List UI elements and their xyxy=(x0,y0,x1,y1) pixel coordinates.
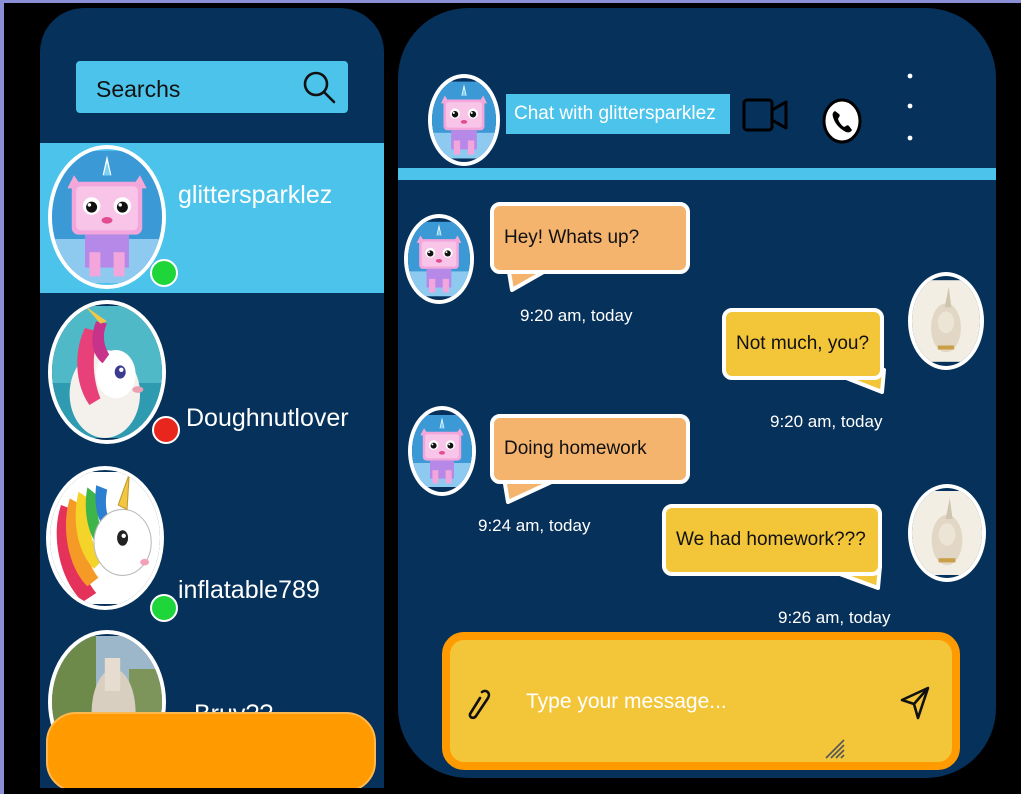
window-edge xyxy=(0,0,4,794)
paperclip-icon[interactable] xyxy=(466,688,492,722)
contact-name: inflatable789 xyxy=(178,576,320,604)
message-text: We had homework??? xyxy=(676,529,866,550)
resize-handle-icon[interactable] xyxy=(822,736,846,760)
unicorn-float-avatar xyxy=(52,306,162,438)
chat-title: Chat with glittersparklez xyxy=(506,94,730,134)
message-bubble: Doing homework xyxy=(490,414,690,484)
unikitty-avatar xyxy=(408,221,470,297)
unikitty-avatar xyxy=(52,151,162,283)
new-chat-button[interactable] xyxy=(46,712,376,788)
more-options-icon[interactable] xyxy=(904,70,916,150)
avatar xyxy=(48,145,166,289)
chat-panel: Chat with glittersparklez Hey! Whats up?… xyxy=(398,8,996,778)
message-text: Doing homework xyxy=(504,438,647,459)
busy-status-indicator xyxy=(152,416,180,444)
phone-icon[interactable] xyxy=(822,98,862,144)
avatar xyxy=(46,466,164,610)
message-bubble: Not much, you? xyxy=(722,308,884,380)
send-icon[interactable] xyxy=(898,684,930,720)
statue-avatar xyxy=(912,491,982,575)
sender-avatar xyxy=(404,214,474,304)
message-text: Not much, you? xyxy=(736,333,870,354)
message-text: Hey! Whats up? xyxy=(504,227,640,248)
online-status-indicator xyxy=(150,259,178,287)
avatar xyxy=(48,300,166,444)
message-bubble: Hey! Whats up? xyxy=(490,202,690,274)
rainbow-unicorn-avatar xyxy=(50,471,160,605)
header-divider xyxy=(398,168,996,180)
contacts-panel: Searchs glittersparklez Doughnutlover in… xyxy=(40,8,384,788)
window-edge xyxy=(0,0,1021,3)
message-timestamp: 9:20 am, today xyxy=(770,412,883,431)
contact-item-inflatable789[interactable]: inflatable789 xyxy=(40,464,384,622)
contact-name: glittersparklez xyxy=(178,181,333,209)
search-icon[interactable] xyxy=(302,70,336,104)
contact-item-glittersparklez[interactable]: glittersparklez xyxy=(40,143,384,293)
message-composer xyxy=(442,632,960,770)
unikitty-avatar xyxy=(432,81,496,159)
online-status-indicator xyxy=(150,594,178,622)
chat-header-avatar xyxy=(428,74,500,166)
message-timestamp: 9:24 am, today xyxy=(478,516,591,535)
message-input[interactable] xyxy=(526,682,856,722)
message-timestamp: 9:26 am, today xyxy=(778,608,891,627)
user-avatar xyxy=(908,272,984,370)
contact-name: Doughnutlover xyxy=(186,404,349,432)
video-camera-icon[interactable] xyxy=(742,96,788,134)
message-bubble: We had homework??? xyxy=(662,504,882,576)
unikitty-avatar xyxy=(412,415,472,487)
contact-item-doughnutlover[interactable]: Doughnutlover xyxy=(40,300,384,450)
message-timestamp: 9:20 am, today xyxy=(520,306,633,325)
search-bar[interactable]: Searchs xyxy=(76,61,348,113)
search-input[interactable]: Searchs xyxy=(96,75,296,104)
user-avatar xyxy=(908,484,986,582)
sender-avatar xyxy=(408,406,476,496)
statue-avatar xyxy=(912,280,980,362)
